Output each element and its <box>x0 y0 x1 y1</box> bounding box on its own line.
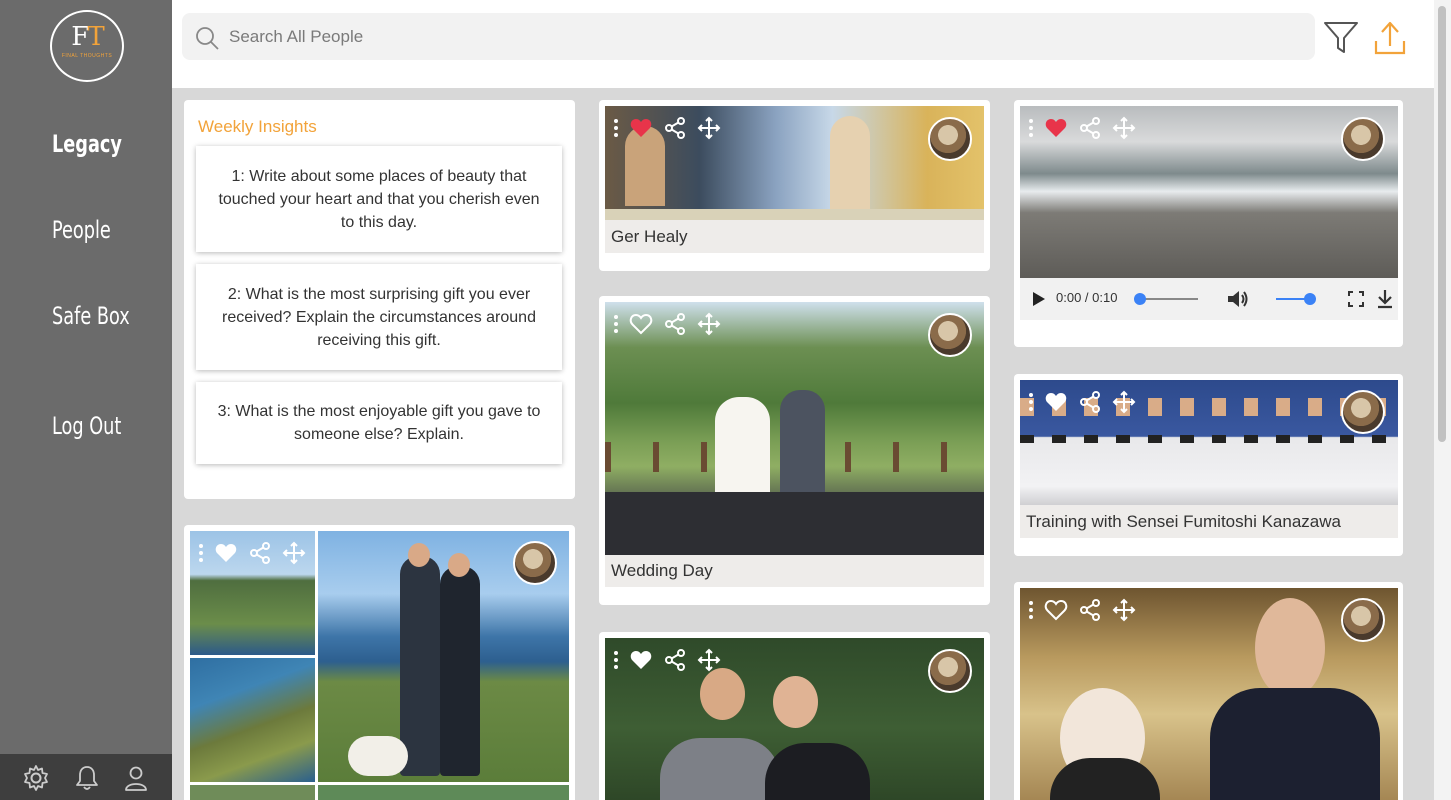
heart-icon[interactable] <box>214 541 238 565</box>
volume-icon[interactable] <box>1227 289 1249 309</box>
avatar[interactable] <box>1341 598 1385 642</box>
post-actions <box>198 541 306 565</box>
heart-icon[interactable] <box>629 312 653 336</box>
sidebar: FT FINAL THOUGHTS Legacy People Safe Box… <box>0 0 172 800</box>
avatar[interactable] <box>1341 117 1385 161</box>
share-icon[interactable] <box>1078 390 1102 414</box>
post-card[interactable] <box>184 525 575 800</box>
sidebar-item-safe-box[interactable]: Safe Box <box>52 302 130 330</box>
post-actions <box>613 312 721 336</box>
sidebar-item-log-out[interactable]: Log Out <box>52 412 121 440</box>
move-icon[interactable] <box>697 116 721 140</box>
logo-mark: FT <box>71 22 104 52</box>
post-card[interactable]: Wedding Day <box>599 296 990 605</box>
avatar[interactable] <box>928 117 972 161</box>
more-options-icon[interactable] <box>613 117 619 139</box>
bell-icon[interactable] <box>72 763 102 793</box>
video-progress-bar[interactable] <box>1140 298 1198 300</box>
video-post-card[interactable]: 0:00 / 0:10 <box>1014 100 1403 347</box>
post-card[interactable]: Training with Sensei Fumitoshi Kanazawa <box>1014 374 1403 556</box>
insight-item[interactable]: 3: What is the most enjoyable gift you g… <box>196 382 562 464</box>
search-placeholder: Search All People <box>229 27 364 46</box>
share-icon[interactable] <box>1078 598 1102 622</box>
post-card[interactable] <box>1014 582 1403 800</box>
avatar[interactable] <box>928 649 972 693</box>
more-options-icon[interactable] <box>1028 391 1034 413</box>
filter-icon[interactable] <box>1322 19 1360 57</box>
post-actions <box>613 116 721 140</box>
post-actions <box>1028 116 1136 140</box>
share-icon[interactable] <box>663 116 687 140</box>
post-actions <box>1028 390 1136 414</box>
app-logo[interactable]: FT FINAL THOUGHTS <box>50 10 124 82</box>
sidebar-footer <box>0 754 172 800</box>
scrollbar[interactable] <box>1434 0 1451 800</box>
post-actions <box>613 648 721 672</box>
fullscreen-icon[interactable] <box>1348 291 1364 307</box>
move-icon[interactable] <box>697 312 721 336</box>
avatar[interactable] <box>928 313 972 357</box>
video-time: 0:00 / 0:10 <box>1056 290 1118 305</box>
more-options-icon[interactable] <box>613 649 619 671</box>
post-card[interactable]: Ger Healy <box>599 100 990 271</box>
volume-slider[interactable] <box>1276 298 1306 300</box>
move-icon[interactable] <box>697 648 721 672</box>
upload-icon[interactable] <box>1371 19 1409 57</box>
move-icon[interactable] <box>1112 390 1136 414</box>
heart-icon[interactable] <box>1044 598 1068 622</box>
weekly-insights-title: Weekly Insights <box>198 117 317 136</box>
heart-icon[interactable] <box>1044 390 1068 414</box>
post-caption: Wedding Day <box>605 555 984 587</box>
share-icon[interactable] <box>248 541 272 565</box>
top-bar: Search All People <box>172 0 1434 88</box>
more-options-icon[interactable] <box>613 313 619 335</box>
share-icon[interactable] <box>1078 116 1102 140</box>
gear-icon[interactable] <box>21 763 51 793</box>
play-icon[interactable] <box>1032 291 1046 307</box>
insight-item[interactable]: 2: What is the most surprising gift you … <box>196 264 562 370</box>
more-options-icon[interactable] <box>1028 599 1034 621</box>
move-icon[interactable] <box>1112 116 1136 140</box>
more-options-icon[interactable] <box>1028 117 1034 139</box>
post-caption: Ger Healy <box>605 220 984 253</box>
more-options-icon[interactable] <box>198 542 204 564</box>
volume-thumb[interactable] <box>1304 293 1316 305</box>
post-actions <box>1028 598 1136 622</box>
move-icon[interactable] <box>282 541 306 565</box>
post-card[interactable] <box>599 632 990 800</box>
video-progress-thumb[interactable] <box>1134 293 1146 305</box>
heart-icon[interactable] <box>1044 116 1068 140</box>
weekly-insights-card: Weekly Insights 1: Write about some plac… <box>184 100 575 499</box>
post-caption: Training with Sensei Fumitoshi Kanazawa <box>1020 505 1398 538</box>
video-controls: 0:00 / 0:10 <box>1020 278 1398 320</box>
insight-item[interactable]: 1: Write about some places of beauty tha… <box>196 146 562 252</box>
sidebar-item-legacy[interactable]: Legacy <box>52 130 122 158</box>
share-icon[interactable] <box>663 312 687 336</box>
move-icon[interactable] <box>1112 598 1136 622</box>
heart-icon[interactable] <box>629 648 653 672</box>
download-icon[interactable] <box>1376 289 1394 309</box>
share-icon[interactable] <box>663 648 687 672</box>
logo-subtitle: FINAL THOUGHTS <box>61 53 113 59</box>
scrollbar-thumb[interactable] <box>1438 6 1446 442</box>
avatar[interactable] <box>1341 390 1385 434</box>
avatar[interactable] <box>513 541 557 585</box>
post-photo-collage[interactable] <box>190 531 569 800</box>
search-icon <box>196 27 219 50</box>
user-icon[interactable] <box>121 763 151 793</box>
heart-icon[interactable] <box>629 116 653 140</box>
post-photo[interactable] <box>605 302 984 555</box>
sidebar-item-people[interactable]: People <box>52 216 111 244</box>
search-input[interactable]: Search All People <box>182 13 1315 60</box>
